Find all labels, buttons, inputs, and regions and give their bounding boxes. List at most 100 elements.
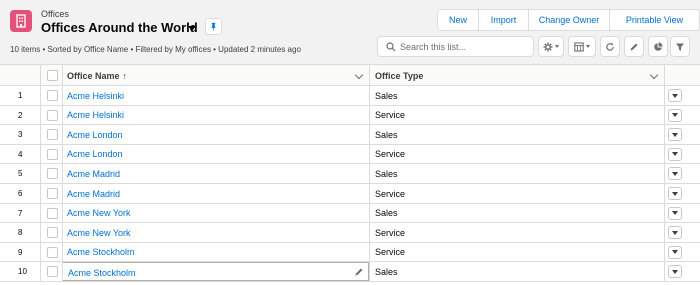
- column-divider: [40, 86, 41, 282]
- list-view-picker-icon[interactable]: [188, 26, 196, 31]
- office-name-link[interactable]: Acme Madrid: [67, 184, 120, 203]
- inline-edit-button[interactable]: [624, 36, 644, 57]
- row-number: 7: [18, 208, 23, 218]
- office-name-link[interactable]: Acme London: [67, 145, 123, 164]
- row-checkbox[interactable]: [47, 188, 58, 199]
- row-checkbox[interactable]: [47, 129, 58, 141]
- column-header-office-type[interactable]: Office Type: [375, 65, 423, 86]
- office-name-link[interactable]: Acme Madrid: [67, 164, 120, 183]
- office-name-link[interactable]: Acme Helsinki: [67, 86, 124, 105]
- office-name-cell[interactable]: Acme Madrid: [62, 184, 369, 203]
- chevron-down-icon: [672, 269, 678, 274]
- table-icon: [574, 41, 584, 52]
- printable-view-button[interactable]: Printable View: [610, 10, 699, 30]
- office-type-cell: Service: [375, 110, 406, 121]
- table-row: 1 Acme Helsinki Sales: [0, 86, 700, 106]
- import-button[interactable]: Import: [479, 10, 529, 30]
- office-type-cell: Service: [375, 149, 406, 160]
- row-checkbox[interactable]: [47, 246, 58, 258]
- chevron-down-icon: [672, 191, 678, 196]
- row-checkbox[interactable]: [47, 90, 58, 101]
- office-type-cell: Sales: [375, 90, 398, 101]
- pencil-icon[interactable]: [354, 267, 364, 277]
- row-actions-button[interactable]: [668, 89, 682, 102]
- row-actions-button[interactable]: [668, 226, 682, 240]
- search-icon: [386, 42, 396, 52]
- chevron-down-icon: [555, 45, 559, 48]
- list-actions: New Import Change Owner Printable View: [437, 9, 700, 31]
- column-divider: [664, 86, 665, 282]
- chevron-down-icon: [672, 113, 678, 118]
- pin-icon: [211, 22, 216, 31]
- chevron-down-icon: [586, 45, 590, 48]
- filters-button[interactable]: [670, 36, 690, 57]
- table-row: 10 Acme Stockholm Sales: [0, 262, 700, 282]
- row-number: 9: [18, 247, 23, 257]
- office-name-link[interactable]: Acme New York: [67, 204, 131, 223]
- office-name-cell[interactable]: Acme Stockholm: [62, 243, 369, 262]
- table-row: 2 Acme Helsinki Service: [0, 106, 700, 126]
- row-number: 10: [18, 267, 27, 277]
- row-actions-button[interactable]: [668, 245, 682, 259]
- chevron-down-icon: [672, 132, 678, 137]
- chevron-down-icon: [672, 152, 678, 157]
- pin-list-button[interactable]: [205, 18, 222, 35]
- search-input[interactable]: [400, 39, 530, 54]
- office-type-cell: Sales: [375, 266, 398, 277]
- office-type-cell: Service: [375, 227, 406, 238]
- office-name-cell[interactable]: Acme Helsinki: [62, 86, 369, 105]
- list-controls-button[interactable]: [538, 36, 564, 57]
- office-object-icon: [10, 10, 32, 32]
- chevron-down-icon[interactable]: [649, 70, 659, 80]
- office-name-cell[interactable]: Acme New York: [62, 223, 369, 242]
- office-name-cell[interactable]: Acme London: [62, 125, 369, 144]
- new-button[interactable]: New: [438, 10, 479, 30]
- row-number: 6: [18, 189, 23, 198]
- sort-ascending-icon: ↑: [122, 70, 128, 81]
- row-actions-button[interactable]: [668, 108, 682, 122]
- chevron-down-icon[interactable]: [354, 70, 364, 80]
- charts-button[interactable]: [648, 36, 668, 57]
- row-actions-button[interactable]: [668, 187, 682, 200]
- row-checkbox[interactable]: [47, 207, 58, 219]
- office-name-cell[interactable]: Acme Helsinki: [62, 106, 369, 125]
- office-name-link[interactable]: Acme Stockholm: [68, 263, 136, 282]
- row-checkbox[interactable]: [47, 227, 58, 239]
- list-view-title[interactable]: Offices Around the World: [41, 20, 198, 35]
- row-checkbox[interactable]: [47, 148, 58, 160]
- column-header-office-name[interactable]: Office Name ↑: [67, 65, 127, 86]
- row-actions-button[interactable]: [668, 167, 682, 181]
- row-checkbox[interactable]: [47, 168, 58, 180]
- office-type-cell: Sales: [375, 208, 398, 219]
- select-all-checkbox[interactable]: [47, 70, 58, 81]
- row-actions-button[interactable]: [668, 128, 682, 142]
- chevron-down-icon: [672, 171, 678, 176]
- row-actions-button[interactable]: [668, 206, 682, 220]
- row-actions-button[interactable]: [668, 147, 682, 161]
- office-name-link[interactable]: Acme London: [67, 125, 123, 144]
- chart-icon: [654, 41, 663, 51]
- office-name-cell[interactable]: Acme London: [62, 145, 369, 164]
- gear-icon: [543, 42, 553, 51]
- office-name-cell[interactable]: Acme New York: [62, 204, 369, 223]
- row-checkbox[interactable]: [47, 266, 58, 278]
- search-box[interactable]: [377, 36, 534, 57]
- row-checkbox[interactable]: [47, 109, 58, 121]
- office-name-link[interactable]: Acme Helsinki: [67, 106, 124, 125]
- office-name-link[interactable]: Acme Stockholm: [67, 243, 135, 262]
- change-owner-button[interactable]: Change Owner: [529, 10, 610, 30]
- filter-icon: [676, 43, 684, 51]
- chevron-down-icon: [672, 250, 678, 255]
- office-name-cell[interactable]: Acme Madrid: [62, 164, 369, 183]
- row-actions-button[interactable]: [668, 265, 682, 279]
- display-as-button[interactable]: [568, 36, 596, 57]
- row-number: 4: [18, 149, 23, 159]
- office-type-cell: Sales: [375, 129, 398, 140]
- column-divider: [369, 86, 370, 282]
- column-header-label: Office Type: [375, 70, 424, 81]
- refresh-button[interactable]: [600, 36, 620, 57]
- office-name-link[interactable]: Acme New York: [67, 223, 131, 242]
- table-row: 3 Acme London Sales: [0, 125, 700, 145]
- office-name-cell[interactable]: Acme Stockholm: [62, 262, 369, 282]
- table-row: 6 Acme Madrid Service: [0, 184, 700, 204]
